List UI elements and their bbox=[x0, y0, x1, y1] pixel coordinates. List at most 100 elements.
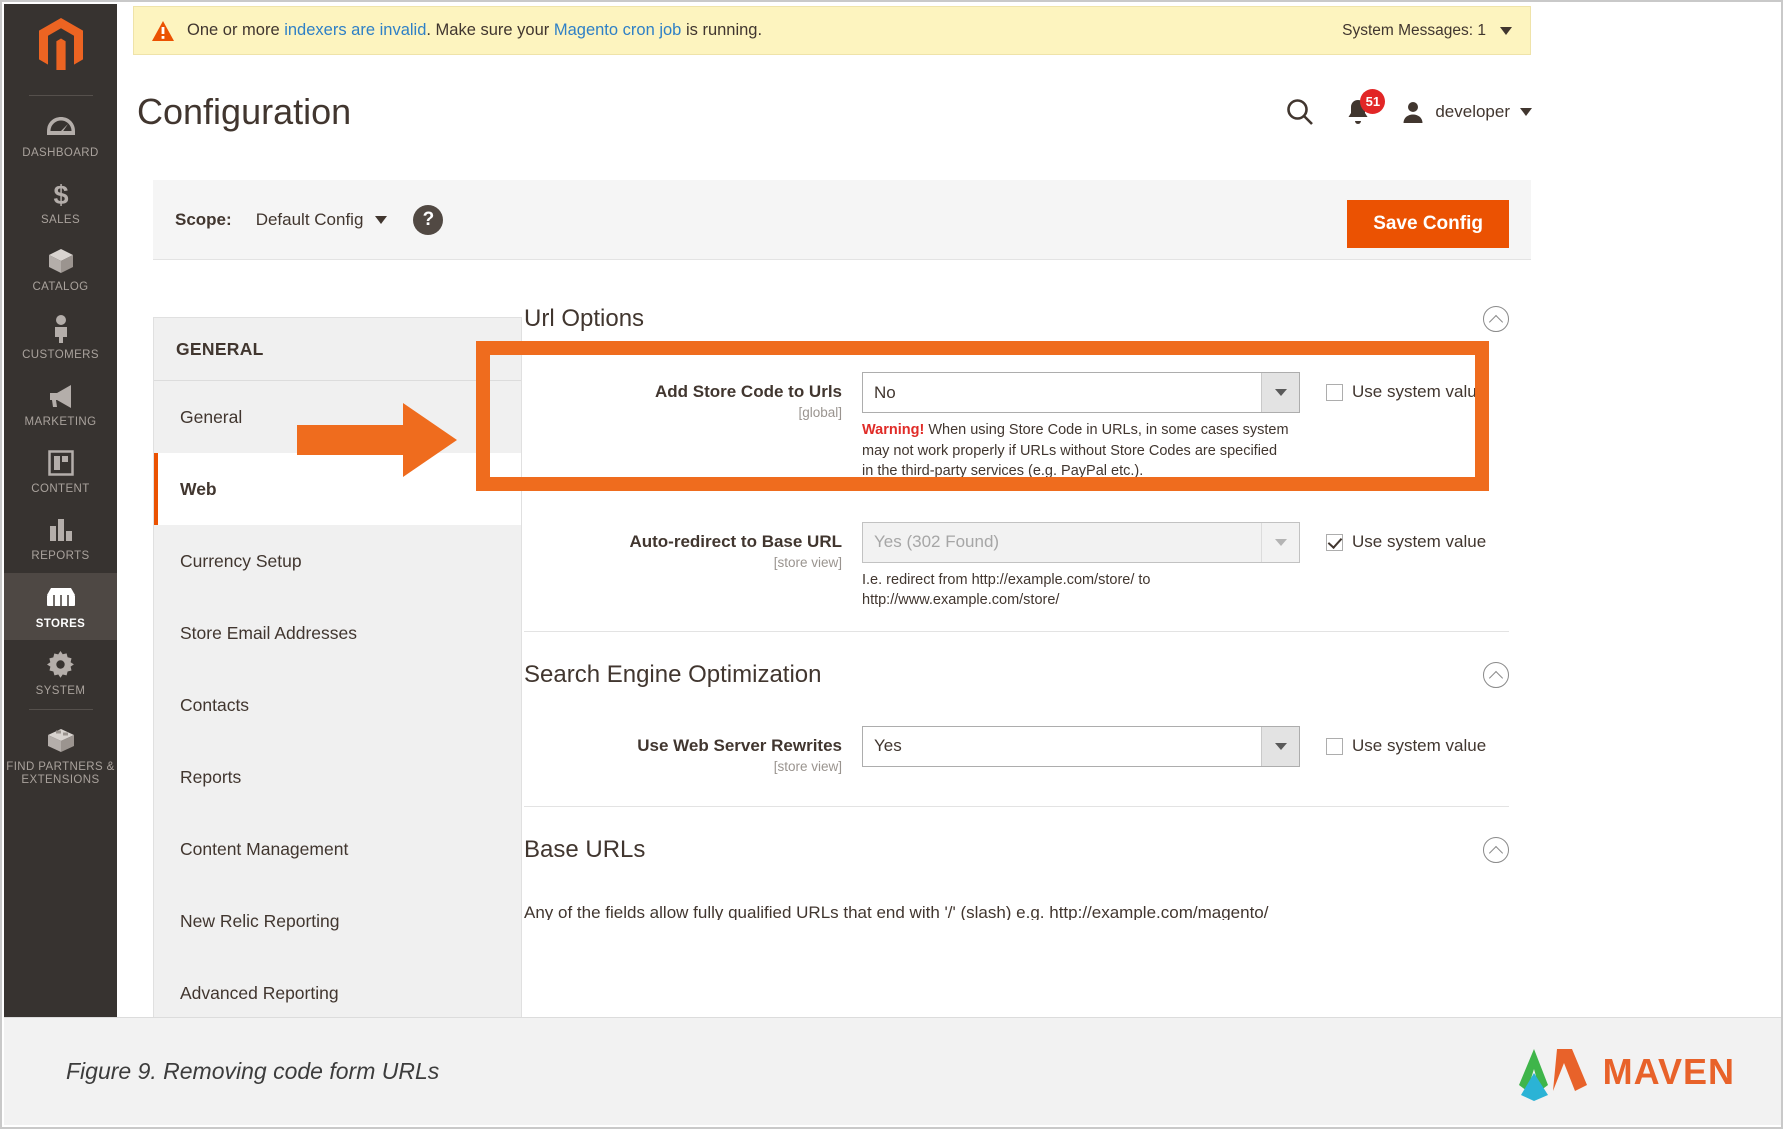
sidebar-item-content[interactable]: CONTENT bbox=[4, 438, 117, 505]
select-value: Yes (302 Found) bbox=[874, 532, 1000, 552]
sidebar-item-label: STORES bbox=[35, 617, 86, 630]
indexers-invalid-link[interactable]: indexers are invalid bbox=[284, 21, 426, 39]
maven-mark-icon bbox=[1518, 1048, 1587, 1101]
message-text-mid: . Make sure your bbox=[426, 21, 554, 39]
control-and-checkbox-row: No Use system value bbox=[862, 372, 1531, 413]
box-icon bbox=[47, 246, 75, 276]
config-nav-item-label: Content Management bbox=[180, 838, 349, 859]
storefront-icon bbox=[46, 583, 76, 613]
sidebar-item-label: CUSTOMERS bbox=[22, 348, 99, 361]
collapse-toggle-icon[interactable] bbox=[1483, 306, 1509, 332]
message-text-after: is running. bbox=[681, 21, 763, 39]
field-control-group: Yes (302 Found) Use system value I.e. re… bbox=[862, 521, 1531, 611]
sidebar-item-find-partners-extensions[interactable]: FIND PARTNERS & EXTENSIONS bbox=[4, 716, 117, 796]
control-and-checkbox-row: Yes Use system value bbox=[862, 725, 1531, 767]
user-name-label: developer bbox=[1435, 102, 1510, 121]
sidebar-item-dashboard[interactable]: DASHBOARD bbox=[4, 102, 117, 169]
dashboard-icon bbox=[46, 112, 76, 142]
sidebar-divider-bottom bbox=[28, 708, 93, 710]
page-header: Configuration 51 developer bbox=[133, 72, 1550, 152]
add-store-code-select[interactable]: No bbox=[862, 372, 1300, 413]
base-urls-description: Any of the fields allow fully qualified … bbox=[524, 903, 1269, 920]
checkbox-box bbox=[1326, 384, 1343, 401]
magento-logo[interactable] bbox=[37, 4, 85, 93]
config-nav-item-contacts[interactable]: Contacts bbox=[154, 669, 521, 741]
config-nav-item-label: Reports bbox=[180, 766, 242, 787]
gear-icon bbox=[47, 650, 74, 680]
config-nav-item-label: Contacts bbox=[180, 694, 250, 715]
config-nav-item-store-email-addresses[interactable]: Store Email Addresses bbox=[154, 597, 521, 669]
checkbox-label: Use system value bbox=[1352, 735, 1487, 755]
sidebar-item-reports[interactable]: REPORTS bbox=[4, 505, 117, 572]
screenshot-root: DASHBOARD $ SALES CATALOG CUSTOMERS MARK… bbox=[0, 0, 1783, 1129]
layout-icon bbox=[47, 448, 74, 478]
sidebar-divider-top bbox=[28, 95, 93, 96]
section-divider bbox=[524, 806, 1509, 808]
field-label: Use Web Server Rewrites bbox=[637, 735, 842, 755]
config-nav-item-reports[interactable]: Reports bbox=[154, 741, 521, 813]
notification-count-badge: 51 bbox=[1360, 89, 1386, 114]
section-divider bbox=[524, 630, 1509, 632]
search-icon[interactable] bbox=[1285, 97, 1315, 127]
checkbox-label: Use system value bbox=[1352, 531, 1487, 551]
figure-caption: Figure 9. Removing code form URLs bbox=[66, 1058, 440, 1084]
sidebar-item-label: MARKETING bbox=[24, 415, 97, 428]
section-title: Base URLs bbox=[524, 836, 646, 864]
config-nav-item-content-management[interactable]: Content Management bbox=[154, 813, 521, 885]
message-text-before: One or more bbox=[187, 21, 285, 39]
config-nav-item-new-relic-reporting[interactable]: New Relic Reporting bbox=[154, 885, 521, 957]
magento-cron-job-link[interactable]: Magento cron job bbox=[554, 21, 682, 39]
use-system-value-checkbox-add-store-code[interactable]: Use system value bbox=[1300, 372, 1486, 413]
control-and-checkbox-row: Yes (302 Found) Use system value bbox=[862, 521, 1531, 563]
sidebar-item-system[interactable]: SYSTEM bbox=[4, 640, 117, 707]
sidebar-item-customers[interactable]: CUSTOMERS bbox=[4, 304, 117, 371]
collapse-toggle-icon[interactable] bbox=[1483, 661, 1509, 688]
use-system-value-checkbox-web-server-rewrites[interactable]: Use system value bbox=[1300, 726, 1486, 767]
auto-redirect-select: Yes (302 Found) bbox=[862, 521, 1300, 563]
megaphone-icon bbox=[47, 381, 75, 411]
field-control-group: No Use system value Warning! When using … bbox=[862, 372, 1531, 482]
warning-body: When using Store Code in URLs, in some c… bbox=[862, 422, 1289, 480]
svg-text:$: $ bbox=[53, 180, 68, 208]
system-messages-toggle[interactable]: System Messages: 1 bbox=[1342, 22, 1512, 40]
use-system-value-checkbox-auto-redirect[interactable]: Use system value bbox=[1300, 522, 1486, 563]
select-dropdown-arrow bbox=[1261, 522, 1299, 562]
system-messages-count-label: System Messages: 1 bbox=[1342, 21, 1486, 39]
magento-logo-icon bbox=[38, 18, 83, 70]
web-server-rewrites-select[interactable]: Yes bbox=[862, 725, 1300, 767]
field-label-group: Add Store Code to Urls [global] bbox=[522, 372, 862, 482]
section-header-url-options[interactable]: Url Options bbox=[522, 290, 1531, 348]
figure-footer: Figure 9. Removing code form URLs MAVEN bbox=[4, 1017, 1781, 1125]
field-label-group: Auto-redirect to Base URL [store view] bbox=[522, 522, 862, 611]
sidebar-item-stores[interactable]: STORES bbox=[4, 572, 117, 640]
section-header-seo[interactable]: Search Engine Optimization bbox=[522, 646, 1531, 704]
config-nav-section-general[interactable]: GENERAL bbox=[154, 318, 521, 381]
collapse-toggle-icon[interactable] bbox=[1483, 837, 1509, 864]
select-value: No bbox=[874, 382, 896, 402]
scope-selector-value[interactable]: Default Config bbox=[256, 210, 364, 230]
config-nav-item-label: Store Email Addresses bbox=[180, 622, 358, 643]
notifications-bell-icon[interactable]: 51 bbox=[1345, 89, 1386, 126]
field-control-group: Yes Use system value bbox=[862, 725, 1531, 774]
config-nav-item-label: Web bbox=[180, 478, 217, 499]
sidebar-item-catalog[interactable]: CATALOG bbox=[4, 236, 117, 303]
sidebar-item-label: SYSTEM bbox=[35, 684, 86, 697]
checkbox-box bbox=[1326, 533, 1343, 551]
field-label-group: Use Web Server Rewrites [store view] bbox=[522, 726, 862, 774]
section-header-base-urls[interactable]: Base URLs bbox=[522, 821, 1531, 879]
sidebar-item-marketing[interactable]: MARKETING bbox=[4, 371, 117, 438]
field-add-store-code-to-urls: Add Store Code to Urls [global] No Use s… bbox=[522, 348, 1531, 488]
field-use-web-server-rewrites: Use Web Server Rewrites [store view] Yes… bbox=[522, 704, 1531, 780]
scope-label: Scope: bbox=[175, 209, 232, 229]
sidebar-item-sales[interactable]: $ SALES bbox=[4, 169, 117, 236]
field-auto-redirect-to-base-url: Auto-redirect to Base URL [store view] Y… bbox=[522, 488, 1531, 617]
save-config-button[interactable]: Save Config bbox=[1347, 200, 1509, 248]
config-nav-item-label: Currency Setup bbox=[180, 550, 302, 571]
user-menu[interactable]: developer bbox=[1401, 100, 1532, 124]
header-tools: 51 developer bbox=[1285, 89, 1532, 127]
help-icon[interactable]: ? bbox=[413, 204, 444, 235]
section-title: Search Engine Optimization bbox=[524, 660, 822, 688]
warning-label: Warning! bbox=[862, 422, 925, 438]
config-nav-item-currency-setup[interactable]: Currency Setup bbox=[154, 525, 521, 597]
chevron-down-icon[interactable] bbox=[375, 215, 388, 224]
